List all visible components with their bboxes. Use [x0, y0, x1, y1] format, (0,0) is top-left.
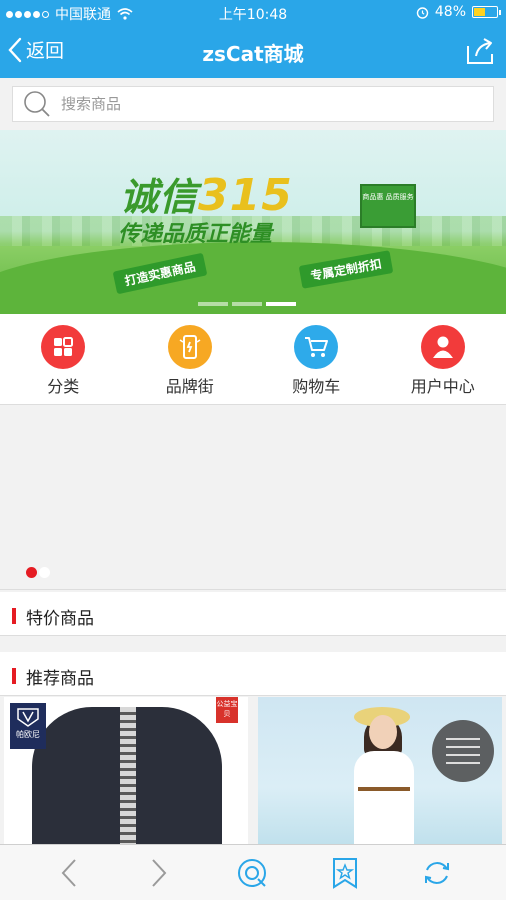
user-icon — [432, 336, 453, 358]
banner-indicator[interactable] — [232, 302, 262, 306]
section-recommended[interactable]: 推荐商品 — [0, 652, 506, 696]
menu-line — [446, 754, 480, 756]
quick-menu: 分类 品牌街 购物车 用户中心 — [0, 314, 506, 404]
quick-menu-icon-bg — [167, 325, 212, 369]
product-image-jacket — [32, 707, 222, 847]
brand-logo: 帕欧尼 — [10, 703, 46, 749]
banner-indicators[interactable] — [198, 302, 296, 306]
search-box[interactable] — [12, 86, 494, 122]
quick-menu-label: 用户中心 — [410, 377, 475, 396]
product-image-dress — [344, 707, 424, 847]
brand-logo-text: 帕欧尼 — [16, 730, 40, 739]
carousel-dot[interactable] — [39, 567, 50, 578]
quick-menu-category[interactable]: 分类 — [0, 314, 127, 404]
nav-bar: 返回 zsCat商城 — [0, 26, 506, 78]
search-icon — [24, 91, 50, 117]
browser-home-button[interactable] — [235, 857, 269, 889]
promo-banner[interactable]: 诚信315 传递品质正能量 商品惠 品质服务 打造实惠商品 专属定制折扣 — [0, 130, 506, 314]
alarm-icon — [416, 6, 429, 19]
floating-menu-button[interactable] — [432, 720, 494, 782]
share-icon — [467, 38, 493, 64]
banner-gift-box: 商品惠 品质服务 — [360, 184, 416, 228]
quick-menu-icon-bg — [294, 325, 339, 369]
menu-line — [446, 762, 480, 764]
carousel-pager[interactable] — [26, 567, 50, 578]
brand-emblem-icon — [17, 708, 39, 727]
section-marker — [12, 668, 16, 684]
section-title-recommended: 推荐商品 — [26, 669, 94, 689]
refresh-button[interactable] — [420, 857, 454, 889]
banner-indicator[interactable] — [198, 302, 228, 306]
refresh-icon — [425, 862, 449, 884]
quick-menu-label: 分类 — [47, 377, 80, 396]
bookmark-star-icon — [333, 858, 357, 889]
model-head — [369, 715, 397, 749]
browser-back-button[interactable] — [52, 857, 86, 889]
banner-subline: 传递品质正能量 — [118, 222, 273, 247]
section-title-special: 特价商品 — [26, 609, 94, 629]
charity-tag: 公益宝贝 — [216, 697, 238, 723]
battery-icon — [472, 6, 501, 18]
ad-carousel[interactable] — [0, 404, 506, 590]
banner-headline-prefix: 诚信 — [120, 175, 199, 219]
menu-line — [446, 746, 480, 748]
quick-menu-label: 购物车 — [292, 377, 341, 396]
model-dress — [354, 751, 414, 847]
brand-street-icon — [179, 335, 201, 359]
bookmark-button[interactable] — [328, 857, 362, 889]
search-bar — [0, 78, 506, 130]
chevron-left-icon — [61, 859, 76, 887]
status-right: 48% — [416, 4, 501, 20]
category-icon — [54, 337, 74, 356]
banner-indicator[interactable] — [266, 302, 296, 306]
share-button[interactable] — [464, 36, 496, 70]
product-card[interactable]: 帕欧尼 公益宝贝 — [4, 697, 248, 847]
quick-menu-label: 品牌街 — [165, 377, 214, 396]
model-belt — [358, 787, 410, 791]
cart-icon — [305, 337, 329, 357]
status-bar: 中国联通 上午10:48 48% — [0, 0, 506, 26]
section-special-offers[interactable]: 特价商品 — [0, 592, 506, 636]
banner-headline-number: 315 — [198, 170, 293, 221]
browser-forward-button[interactable] — [142, 857, 176, 889]
product-grid: 帕欧尼 公益宝贝 — [0, 697, 506, 847]
carousel-dot-active[interactable] — [26, 567, 37, 578]
battery-fill — [474, 8, 485, 16]
browser-toolbar — [0, 844, 506, 900]
banner-headline: 诚信315 — [120, 166, 293, 221]
quick-menu-icon-bg — [41, 325, 86, 369]
section-marker — [12, 608, 16, 624]
quick-menu-cart[interactable]: 购物车 — [253, 314, 380, 404]
quick-menu-user-center[interactable]: 用户中心 — [380, 314, 506, 404]
search-input[interactable] — [61, 95, 461, 113]
jacket-zipper — [120, 707, 136, 847]
page-title: zsCat商城 — [202, 42, 304, 66]
chevron-right-icon — [152, 859, 167, 887]
browser-logo-icon — [238, 859, 266, 887]
menu-line — [446, 738, 480, 740]
quick-menu-icon-bg — [420, 325, 465, 369]
quick-menu-brand-street[interactable]: 品牌街 — [127, 314, 254, 404]
battery-label: 48% — [434, 4, 466, 20]
